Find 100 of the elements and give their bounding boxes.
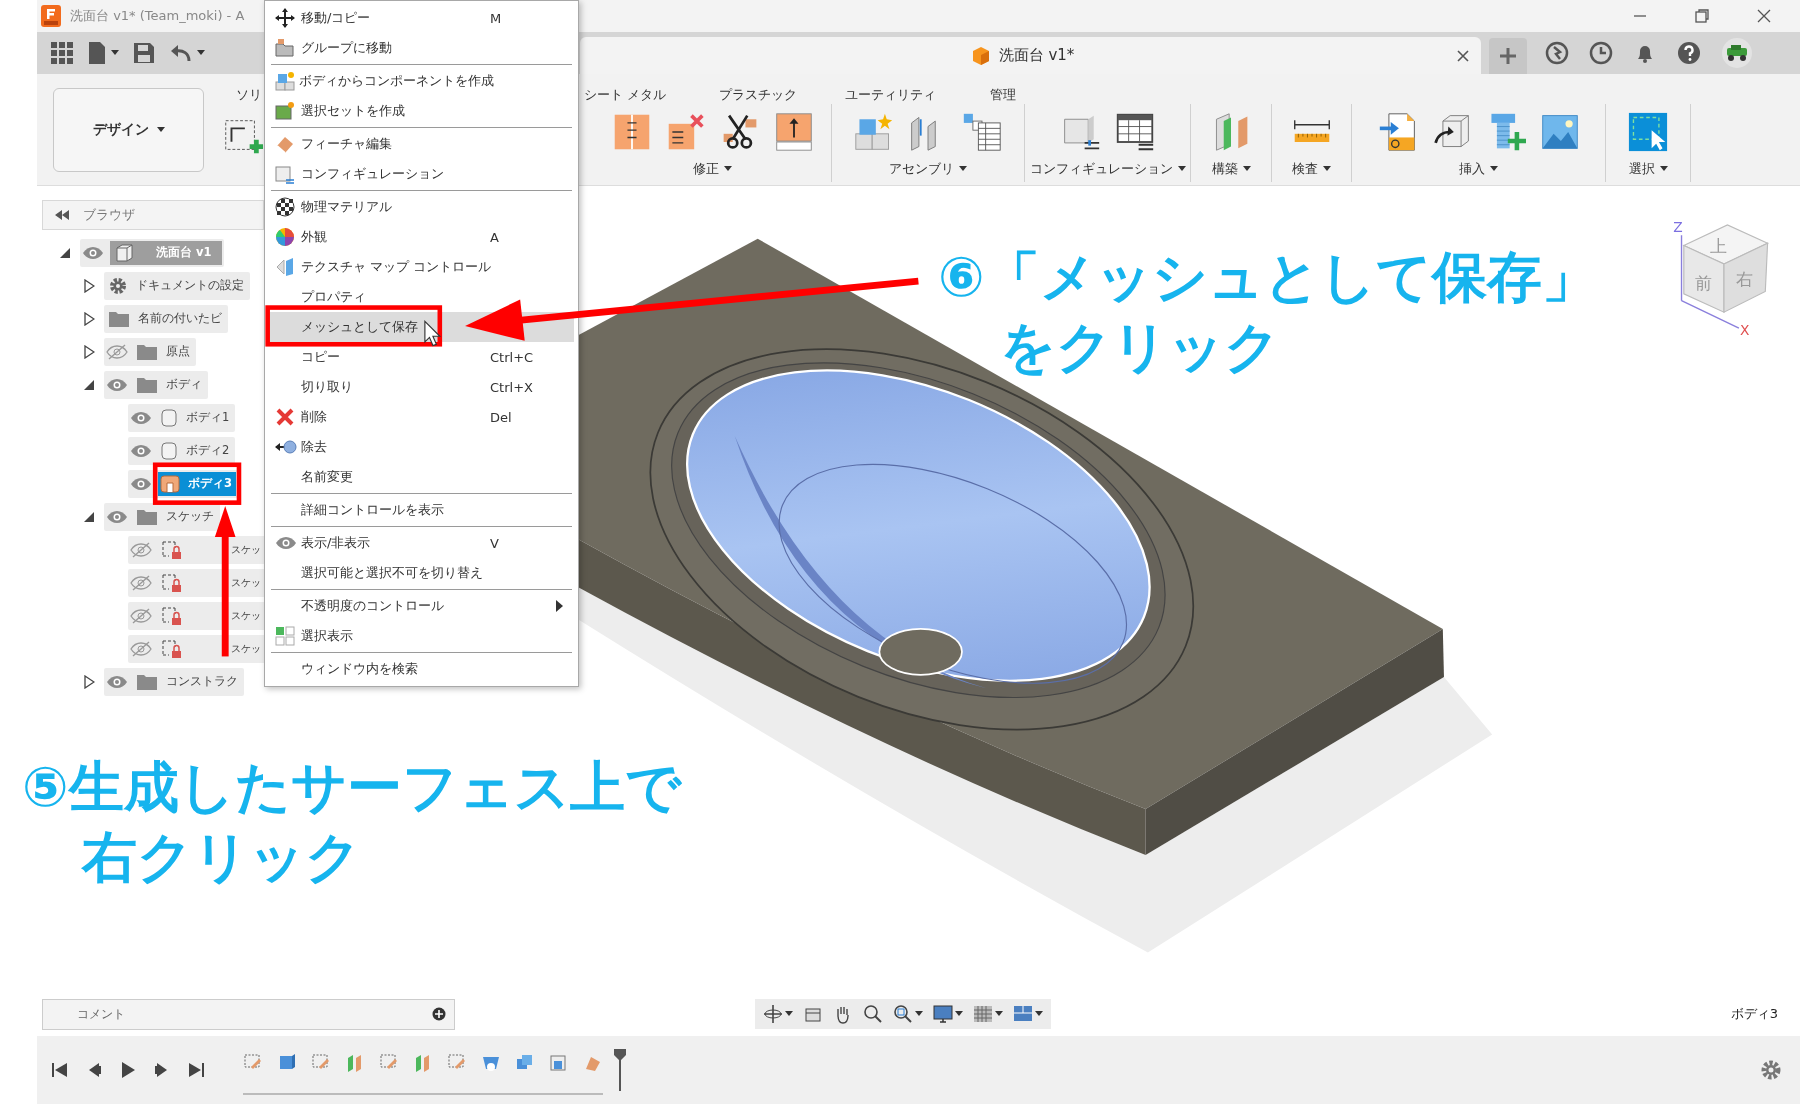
menu-item[interactable]: 切り取り Ctrl+X	[269, 372, 574, 402]
orbit-icon[interactable]	[763, 1004, 783, 1024]
avatar-icon[interactable]	[1721, 37, 1753, 69]
eye-icon[interactable]	[106, 674, 128, 689]
sketch-icon	[160, 571, 182, 594]
selection-set-icon	[275, 101, 295, 121]
group-menu-button[interactable]: 構築	[1211, 160, 1251, 178]
ribbon-tab[interactable]: プラスチック	[719, 86, 798, 104]
image-icon[interactable]	[1539, 112, 1580, 152]
hidden-eye-icon[interactable]	[106, 343, 128, 360]
group-menu-button[interactable]: 挿入	[1459, 160, 1498, 178]
expanded-arrow-icon[interactable]	[83, 378, 95, 391]
collapsed-arrow-icon[interactable]	[83, 344, 95, 359]
collapsed-arrow-icon[interactable]	[83, 674, 95, 689]
axis-label: Z	[1673, 218, 1683, 235]
play-icon[interactable]	[119, 1061, 137, 1079]
collapsed-arrow-icon[interactable]	[83, 278, 95, 293]
menu-item[interactable]: 名前変更	[269, 462, 574, 492]
apps-grid-icon[interactable]	[51, 42, 73, 64]
ribbon-tab[interactable]: ソリ	[236, 86, 262, 104]
menu-item[interactable]: ボディからコンポーネントを作成	[269, 66, 574, 96]
dropdown-caret-icon	[915, 1011, 923, 1017]
grid-icon[interactable]	[973, 1004, 993, 1024]
menu-item[interactable]: 表示/非表示 V	[269, 528, 574, 558]
configuration-table-icon[interactable]	[1114, 112, 1155, 152]
display-icon[interactable]	[933, 1004, 953, 1024]
extensions-icon[interactable]	[1545, 41, 1569, 65]
undo-icon[interactable]	[169, 42, 193, 64]
group-menu-button[interactable]: 修正	[693, 160, 732, 178]
window-title: 洗面台 v1* (Team_moki) - A	[70, 7, 245, 25]
eye-icon[interactable]	[130, 443, 152, 458]
document-tab[interactable]: 洗面台 v1*	[580, 37, 1481, 74]
hidden-eye-icon[interactable]	[130, 574, 152, 591]
body-icon	[160, 440, 178, 461]
collapsed-arrow-icon[interactable]	[83, 311, 95, 326]
expanded-arrow-icon[interactable]	[59, 246, 71, 259]
eye-icon	[275, 536, 297, 550]
delete-icon	[275, 407, 295, 427]
eye-icon[interactable]	[106, 509, 128, 524]
menu-item[interactable]: 物理マテリアル	[269, 192, 574, 222]
ribbon-tab[interactable]: シート メタル	[584, 86, 667, 104]
group-menu-button[interactable]: コンフィギュレーション	[1029, 160, 1186, 178]
menu-item[interactable]: 除去	[269, 432, 574, 462]
svg-import-icon[interactable]	[1377, 112, 1418, 152]
hidden-eye-icon[interactable]	[130, 640, 152, 657]
timeline-marker-icon[interactable]	[613, 1048, 627, 1092]
group-menu-button[interactable]: 検査	[1292, 160, 1331, 178]
eye-icon[interactable]	[82, 245, 104, 260]
menu-item[interactable]: プロパティ	[269, 282, 574, 312]
menu-item[interactable]: 削除 Del	[269, 402, 574, 432]
menu-item[interactable]: 選択表示	[269, 621, 574, 651]
press-pull-icon[interactable]	[773, 112, 814, 152]
close-icon[interactable]	[1455, 47, 1471, 64]
group-menu-button[interactable]: 選択	[1628, 160, 1668, 178]
hidden-eye-icon[interactable]	[130, 607, 152, 624]
add-comment-icon[interactable]	[432, 1007, 446, 1021]
menu-item[interactable]: フィーチャ編集	[269, 129, 574, 159]
menu-item[interactable]: テクスチャ マップ コントロール	[269, 252, 574, 282]
settings-icon[interactable]	[1760, 1059, 1782, 1081]
timeline-feature-icon[interactable]	[549, 1053, 569, 1073]
menu-item[interactable]: ウィンドウ内を検索	[269, 654, 574, 684]
clock-icon[interactable]	[1589, 41, 1613, 65]
folder-icon	[136, 507, 158, 526]
select-icon[interactable]	[1628, 112, 1668, 152]
menu-item[interactable]: 外観 A	[269, 222, 574, 252]
remove-icon	[275, 439, 297, 455]
comments-panel[interactable]: コメント	[42, 998, 455, 1030]
hidden-eye-icon[interactable]	[130, 541, 152, 558]
help-icon[interactable]	[1677, 41, 1701, 65]
menu-item[interactable]: コンフィギュレーション	[269, 159, 574, 189]
expanded-arrow-icon[interactable]	[83, 510, 95, 523]
eye-icon[interactable]	[130, 410, 152, 425]
file-icon[interactable]	[87, 41, 107, 65]
viewports-icon[interactable]	[1013, 1004, 1033, 1024]
workspace-dropdown[interactable]: デザイン	[53, 88, 204, 172]
menu-item[interactable]: 移動/コピー M	[269, 3, 574, 33]
browser-item[interactable]: ボディ3	[158, 471, 236, 496]
browser-item[interactable]: 名前の付いたビ	[106, 306, 226, 331]
first-frame-icon[interactable]	[51, 1061, 69, 1079]
menu-item[interactable]: 不透明度のコントロール	[269, 591, 574, 621]
zoom-window-icon[interactable]	[893, 1004, 913, 1024]
ribbon-tab[interactable]: ユーティリティ	[845, 86, 937, 104]
component-table-icon[interactable]	[962, 112, 1002, 152]
menu-item[interactable]: グループに移動	[269, 33, 574, 63]
menu-item[interactable]: 詳細コントロールを表示	[269, 495, 574, 525]
zoom-icon[interactable]	[863, 1004, 883, 1024]
app-logo-icon	[40, 4, 62, 28]
group-menu-button[interactable]: アセンブリ	[889, 160, 967, 178]
browser-header[interactable]: ブラウザ	[42, 200, 264, 230]
last-frame-icon[interactable]	[187, 1061, 205, 1079]
browser-item[interactable]: ドキュメントの設定	[106, 273, 248, 298]
ribbon-tab[interactable]: 管理	[990, 86, 1017, 104]
eye-icon[interactable]	[130, 476, 152, 491]
menu-item[interactable]: 選択セットを作成	[269, 96, 574, 126]
menu-item[interactable]: 選択可能と選択不可を切り替え	[269, 558, 574, 588]
eye-icon[interactable]	[106, 377, 128, 392]
annotation-text: 右クリック	[82, 830, 361, 885]
save-icon[interactable]	[133, 42, 155, 64]
new-tab-button[interactable]	[1489, 38, 1527, 74]
caret-icon	[156, 127, 165, 133]
